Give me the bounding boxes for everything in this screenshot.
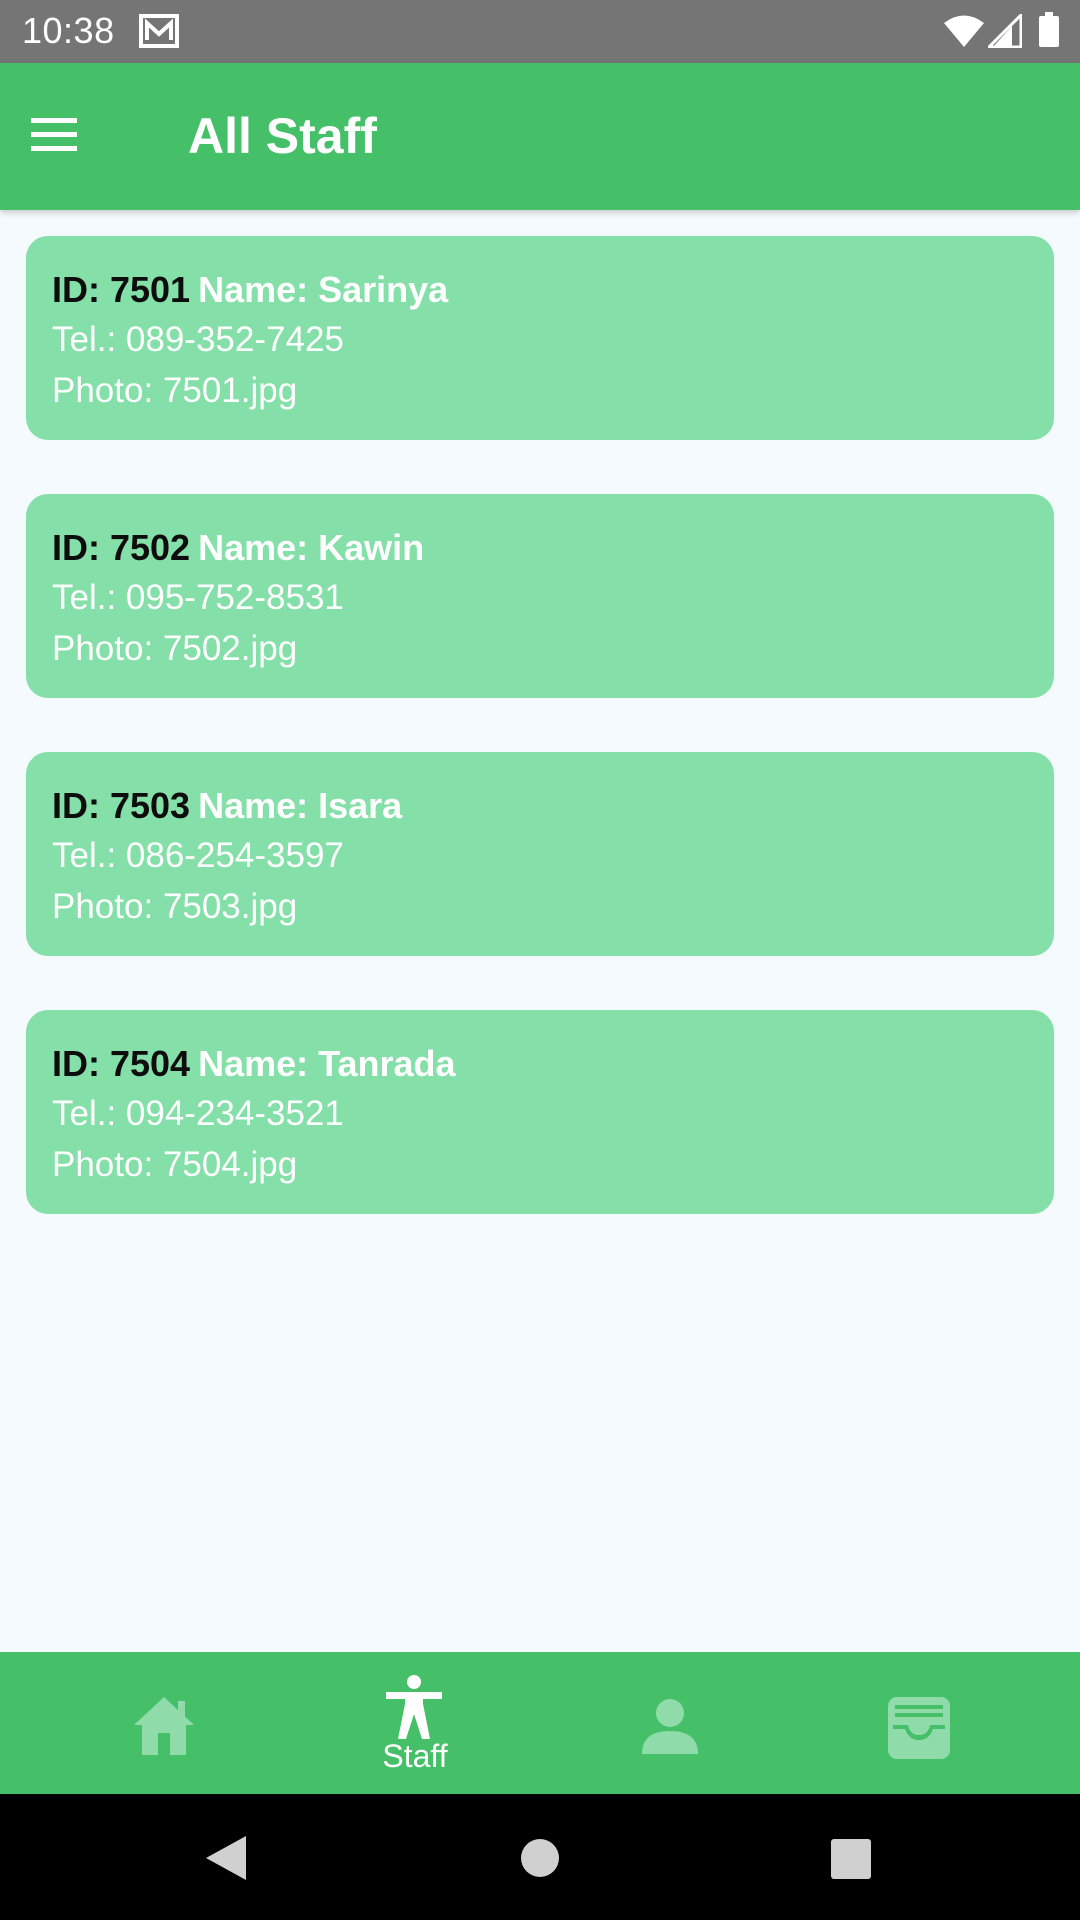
status-time: 10:38 bbox=[22, 10, 115, 51]
staff-id: ID: 7503 bbox=[52, 785, 191, 826]
staff-id: ID: 7504 bbox=[52, 1043, 191, 1084]
menu-icon bbox=[31, 117, 77, 157]
nav-label-staff: Staff bbox=[382, 1738, 448, 1774]
wifi-icon bbox=[944, 14, 984, 53]
staff-card[interactable]: ID: 7503 Name: Isara Tel.: 086-254-3597 P… bbox=[26, 752, 1054, 956]
status-bar: 10:38 bbox=[0, 0, 1080, 63]
staff-photo: Photo: 7502.jpg bbox=[52, 629, 298, 668]
bottom-nav: Staff bbox=[0, 1652, 1080, 1794]
staff-photo: Photo: 7503.jpg bbox=[52, 887, 298, 926]
page-title: All Staff bbox=[188, 108, 377, 164]
staff-name: Name: Kawin bbox=[198, 527, 425, 568]
staff-name: Name: Isara bbox=[198, 785, 403, 826]
staff-card[interactable]: ID: 7502 Name: Kawin Tel.: 095-752-8531 P… bbox=[26, 494, 1054, 698]
home-circle-icon[interactable] bbox=[520, 1838, 560, 1883]
staff-id: ID: 7502 bbox=[52, 527, 191, 568]
staff-card[interactable]: ID: 7501 Name: Sarinya Tel.: 089-352-7425… bbox=[26, 236, 1054, 440]
staff-card[interactable]: ID: 7504 Name: Tanrada Tel.: 094-234-3521… bbox=[26, 1010, 1054, 1214]
staff-tel: Tel.: 089-352-7425 bbox=[52, 320, 344, 359]
staff-name: Name: Sarinya bbox=[198, 269, 449, 310]
system-nav-bar bbox=[0, 1794, 1080, 1920]
staff-tel: Tel.: 095-752-8531 bbox=[52, 578, 344, 617]
inbox-icon bbox=[888, 1697, 950, 1759]
app-bar: All Staff bbox=[0, 63, 1080, 210]
person-standing-icon bbox=[386, 1675, 442, 1739]
nav-staff[interactable]: Staff bbox=[280, 1652, 550, 1794]
nav-home[interactable] bbox=[30, 1652, 300, 1794]
user-icon bbox=[642, 1699, 698, 1754]
staff-tel: Tel.: 094-234-3521 bbox=[52, 1094, 344, 1133]
staff-id: ID: 7501 bbox=[52, 269, 191, 310]
signal-icon bbox=[985, 11, 1023, 53]
staff-name: Name: Tanrada bbox=[198, 1043, 456, 1084]
staff-photo: Photo: 7501.jpg bbox=[52, 371, 298, 410]
menu-button[interactable] bbox=[22, 105, 86, 169]
nav-inbox[interactable] bbox=[785, 1652, 1055, 1794]
staff-tel: Tel.: 086-254-3597 bbox=[52, 836, 344, 875]
home-icon bbox=[134, 1697, 194, 1755]
recents-icon[interactable] bbox=[831, 1839, 871, 1884]
staff-photo: Photo: 7504.jpg bbox=[52, 1145, 298, 1184]
nav-profile[interactable] bbox=[535, 1652, 805, 1794]
gmail-icon bbox=[139, 14, 179, 53]
staff-list: ID: 7501 Name: Sarinya Tel.: 089-352-7425… bbox=[26, 236, 1054, 1268]
back-icon[interactable] bbox=[206, 1836, 246, 1885]
battery-icon bbox=[1038, 12, 1060, 53]
